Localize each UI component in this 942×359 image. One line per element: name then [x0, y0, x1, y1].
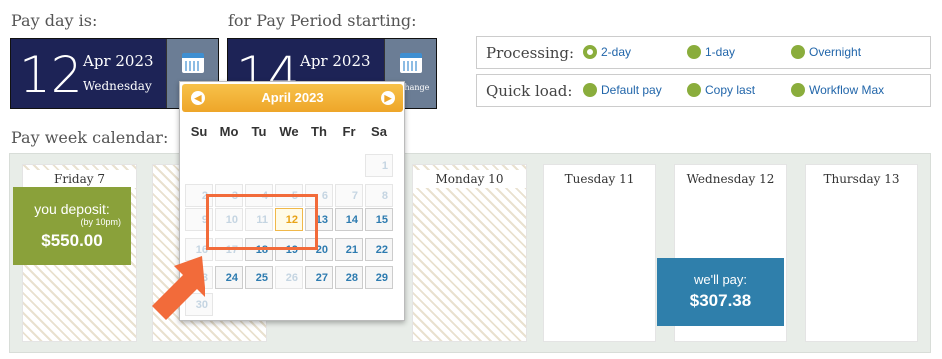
period-label: for Pay Period starting:	[228, 11, 417, 30]
calendar-header: ◀ April 2023 ▶	[182, 84, 403, 112]
day-of-week-mo: Mo	[219, 124, 239, 139]
calendar-icon	[400, 53, 422, 73]
processing-overnight-radio[interactable]: Overnight	[791, 45, 861, 59]
quickload-copy-last[interactable]: Copy last	[687, 83, 755, 97]
payday-month: Apr 2023	[83, 52, 154, 70]
calendar-day[interactable]: 1	[365, 154, 393, 177]
pay-week-calendar: Friday 7 Monday 10 Tuesday 11 Wednesday …	[9, 153, 931, 353]
pointer-arrow-icon	[152, 256, 205, 320]
processing-2day-radio[interactable]: 2-day	[583, 45, 631, 59]
calendar-day[interactable]: 7	[335, 184, 363, 207]
period-month: Apr 2023	[300, 52, 371, 70]
prev-month-icon[interactable]: ◀	[191, 91, 205, 105]
week-day-tuesday: Tuesday 11	[543, 164, 656, 342]
calendar-day[interactable]: 22	[365, 238, 393, 261]
quickload-label: Quick load:	[486, 82, 573, 100]
calendar-day[interactable]: 25	[245, 266, 273, 289]
pay-tag: we'll pay: $307.38	[657, 258, 784, 326]
calendar-icon	[182, 53, 204, 73]
quickload-default-pay[interactable]: Default pay	[583, 83, 662, 97]
processing-label: Processing:	[486, 44, 575, 62]
calendar-day[interactable]: 15	[365, 208, 393, 231]
calendar-day[interactable]: 14	[335, 208, 363, 231]
calendar-day[interactable]: 21	[335, 238, 363, 261]
highlight-rectangle	[206, 194, 318, 250]
week-label: Pay week calendar:	[11, 128, 169, 147]
payday-day: 12	[19, 46, 83, 104]
calendar-day[interactable]: 28	[335, 266, 363, 289]
day-of-week-su: Su	[190, 124, 208, 139]
day-of-week-sa: Sa	[371, 124, 387, 139]
deposit-tag: you deposit: (by 10pm) $550.00	[13, 187, 131, 265]
calendar-day[interactable]: 26	[275, 266, 303, 289]
payday-weekday: Wednesday	[83, 79, 152, 93]
next-month-icon[interactable]: ▶	[381, 91, 395, 105]
calendar-title: April 2023	[261, 90, 324, 105]
processing-options: Processing: 2-day 1-day Overnight	[476, 36, 931, 69]
calendar-day[interactable]: 27	[305, 266, 333, 289]
day-of-week-tu: Tu	[251, 124, 267, 139]
calendar-day[interactable]: 29	[365, 266, 393, 289]
quickload-workflow-max[interactable]: Workflow Max	[791, 83, 884, 97]
day-of-week-we: We	[279, 124, 299, 139]
calendar-day[interactable]: 24	[215, 266, 243, 289]
quickload-options: Quick load: Default pay Copy last Workfl…	[476, 74, 931, 107]
payday-label: Pay day is:	[11, 11, 98, 30]
processing-1day-radio[interactable]: 1-day	[687, 45, 735, 59]
week-day-monday: Monday 10	[412, 164, 527, 342]
day-of-week-th: Th	[311, 124, 327, 139]
week-day-thursday: Thursday 13	[805, 164, 918, 342]
day-of-week-fr: Fr	[342, 124, 356, 139]
calendar-day[interactable]: 8	[365, 184, 393, 207]
